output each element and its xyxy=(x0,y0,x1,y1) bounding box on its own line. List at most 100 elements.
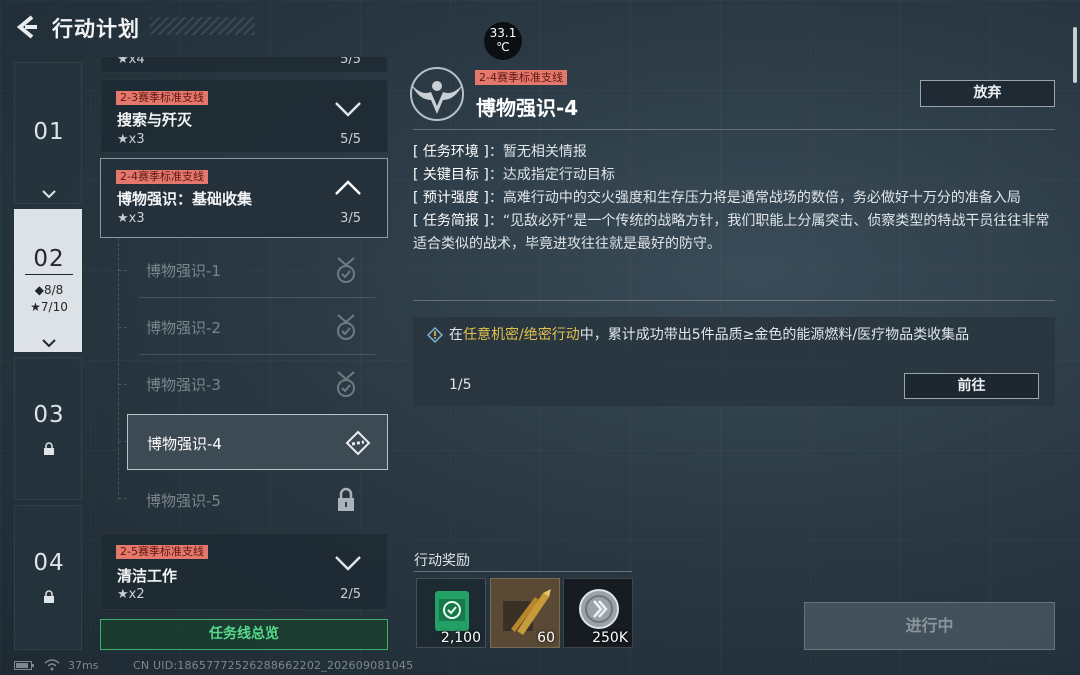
objective-suffix: 中，累计成功带出5件品质≥金色的能源燃料/医疗物品类收集品 xyxy=(579,327,970,343)
eagle-emblem-icon xyxy=(410,67,464,121)
quest-card-museum-collection[interactable]: 2-4赛季标准支线 博物强识：基础收集 ★x3 3/5 xyxy=(100,158,388,238)
info-key: [ 任务简报 ] xyxy=(413,213,489,229)
quest-stars: ★x2 xyxy=(117,587,145,602)
sub-task-label: 博物强识-3 xyxy=(146,376,221,394)
tree-tick xyxy=(118,384,127,385)
user-uid: CN UID:1865777252628866220​2_20260908104… xyxy=(133,659,414,672)
info-key: [ 任务环境 ] xyxy=(413,144,489,160)
sub-task-label: 博物强识-4 xyxy=(147,435,222,453)
temperature-badge: 33.1 ℃ xyxy=(484,22,522,60)
quest-card-cleaning[interactable]: 2-5赛季标准支线 清洁工作 ★x2 2/5 xyxy=(100,533,388,610)
chevron-down-icon xyxy=(42,339,56,348)
chevron-down-icon xyxy=(335,102,361,117)
chapter-star-count: ★7/10 xyxy=(30,300,68,314)
goto-button[interactable]: 前往 xyxy=(904,373,1039,399)
sub-task-item[interactable]: 博物强识-5 xyxy=(127,472,375,528)
reward-quantity: 250K xyxy=(592,630,628,646)
in-progress-status-button: 进行中 xyxy=(804,602,1055,650)
sub-task-label: 博物强识-2 xyxy=(146,319,221,337)
in-progress-diamond-icon xyxy=(345,430,371,456)
status-footer: 37ms CN UID:1865777252628866220​2_202609… xyxy=(0,657,1080,675)
info-briefing: [ 任务简报 ]：“见敌必歼”是一个传统的战略方针，我们职能上分属突击、侦察类型… xyxy=(413,210,1055,256)
info-key: [ 关键目标 ] xyxy=(413,167,489,183)
chevron-down-icon xyxy=(42,190,56,199)
abandon-button[interactable]: 放弃 xyxy=(920,80,1055,107)
season-tag: 2-3赛季标准支线 xyxy=(116,91,208,105)
reward-item[interactable]: 2,100 xyxy=(416,578,486,648)
task-title: 博物强识-4 xyxy=(476,96,579,120)
quest-name: 清洁工作 xyxy=(117,567,178,585)
sub-task-item-selected[interactable]: 博物强识-4 xyxy=(127,414,388,470)
objective-text: 在任意机密/绝密行动中，累计成功带出5件品质≥金色的能源燃料/医疗物品类收集品 xyxy=(449,324,1044,347)
completed-medal-icon xyxy=(337,371,355,397)
quest-stars: ★x3 xyxy=(117,132,145,147)
info-value: ：“见敌必歼”是一个传统的战略方针，我们职能上分属突击、侦察类型的特战干员往往非… xyxy=(413,213,1050,252)
temperature-value: 33.1 xyxy=(489,26,517,40)
completed-medal-icon xyxy=(337,257,355,283)
quest-progress: 5/5 xyxy=(340,132,361,147)
chapter-tab-02[interactable]: 02 ◆8/8 ★7/10 xyxy=(14,209,82,352)
quest-card-partial[interactable]: ★x4 5/5 xyxy=(100,56,388,73)
info-value: ：达成指定行动目标 xyxy=(488,167,615,183)
chapter-number: 03 xyxy=(33,402,65,428)
quest-progress: 3/5 xyxy=(340,211,361,226)
chapter-tab-01[interactable]: 01 xyxy=(14,62,82,204)
tree-tick xyxy=(118,270,127,271)
chapter-diamond-count: ◆8/8 xyxy=(34,283,64,297)
season-tag: 2-4赛季标准支线 xyxy=(116,170,208,184)
objective-progress: 1/5 xyxy=(449,377,472,393)
sub-task-item[interactable]: 博物强识-2 xyxy=(127,299,375,355)
chapter-tab-03[interactable]: 03 xyxy=(14,357,82,500)
info-value: ：暂无相关情报 xyxy=(488,144,587,160)
warning-diamond-icon xyxy=(427,327,443,343)
page-title: 行动计划 xyxy=(52,17,140,41)
chapter-tab-04[interactable]: 04 xyxy=(14,505,82,650)
quest-progress: 2/5 xyxy=(340,587,361,602)
reward-quantity: 2,100 xyxy=(440,630,481,646)
divider xyxy=(139,354,375,355)
reward-quantity: 60 xyxy=(537,630,555,646)
tree-tick xyxy=(118,498,127,499)
completed-medal-icon xyxy=(337,314,355,340)
info-environment: [ 任务环境 ]：暂无相关情报 xyxy=(413,141,1055,164)
wifi-icon xyxy=(44,659,60,671)
reward-item[interactable]: 250K xyxy=(563,578,633,648)
divider xyxy=(414,571,632,572)
tree-tick xyxy=(118,327,127,328)
info-intensity: [ 预计强度 ]：高难行动中的交火强度和生存压力将是通常战场的数倍，务必做好十万… xyxy=(413,187,1055,210)
reward-item[interactable]: 60 xyxy=(490,578,560,648)
sub-task-item[interactable]: 博物强识-3 xyxy=(127,356,375,412)
tree-tick xyxy=(118,441,127,442)
back-arrow-icon[interactable] xyxy=(14,14,38,40)
sub-task-label: 博物强识-5 xyxy=(146,492,221,510)
task-info: [ 任务环境 ]：暂无相关情报 [ 关键目标 ]：达成指定行动目标 [ 预计强度… xyxy=(413,141,1055,256)
chevron-down-icon xyxy=(335,556,361,571)
quest-name: 搜索与歼灭 xyxy=(117,111,193,129)
header: 行动计划 xyxy=(0,0,1080,56)
scrollbar-thumb[interactable] xyxy=(1073,27,1077,83)
objective-highlight: 任意机密/绝密行动 xyxy=(463,327,580,343)
chevron-up-icon xyxy=(335,180,361,195)
quest-progress: 5/5 xyxy=(340,56,361,67)
rewards-label: 行动奖励 xyxy=(414,553,470,569)
season-tag: 2-4赛季标准支线 xyxy=(475,70,567,85)
info-value: ：高难行动中的交火强度和生存压力将是通常战场的数倍，务必做好十万分的准备入局 xyxy=(488,190,1021,206)
chapter-number: 01 xyxy=(33,119,65,145)
quest-stars: ★x3 xyxy=(117,211,145,226)
info-key: [ 预计强度 ] xyxy=(413,190,489,206)
sub-task-item[interactable]: 博物强识-1 xyxy=(127,242,375,298)
lock-icon xyxy=(44,590,54,603)
divider xyxy=(413,300,1055,301)
objective-box: 在任意机密/绝密行动中，累计成功带出5件品质≥金色的能源燃料/医疗物品类收集品 … xyxy=(413,317,1055,406)
chapter-divider xyxy=(25,274,73,275)
objective-prefix: 在 xyxy=(449,327,463,343)
info-key-target: [ 关键目标 ]：达成指定行动目标 xyxy=(413,164,1055,187)
sub-task-label: 博物强识-1 xyxy=(146,262,221,280)
title-decoration xyxy=(150,17,255,35)
quest-name: 博物强识：基础收集 xyxy=(117,190,253,208)
ping-value: 37ms xyxy=(68,659,99,672)
quest-stars: ★x4 xyxy=(117,56,145,67)
quest-card-search-destroy[interactable]: 2-3赛季标准支线 搜索与歼灭 ★x3 5/5 xyxy=(100,79,388,153)
chapter-number: 04 xyxy=(33,550,65,576)
quest-line-overview-button[interactable]: 任务线总览 xyxy=(100,619,388,650)
